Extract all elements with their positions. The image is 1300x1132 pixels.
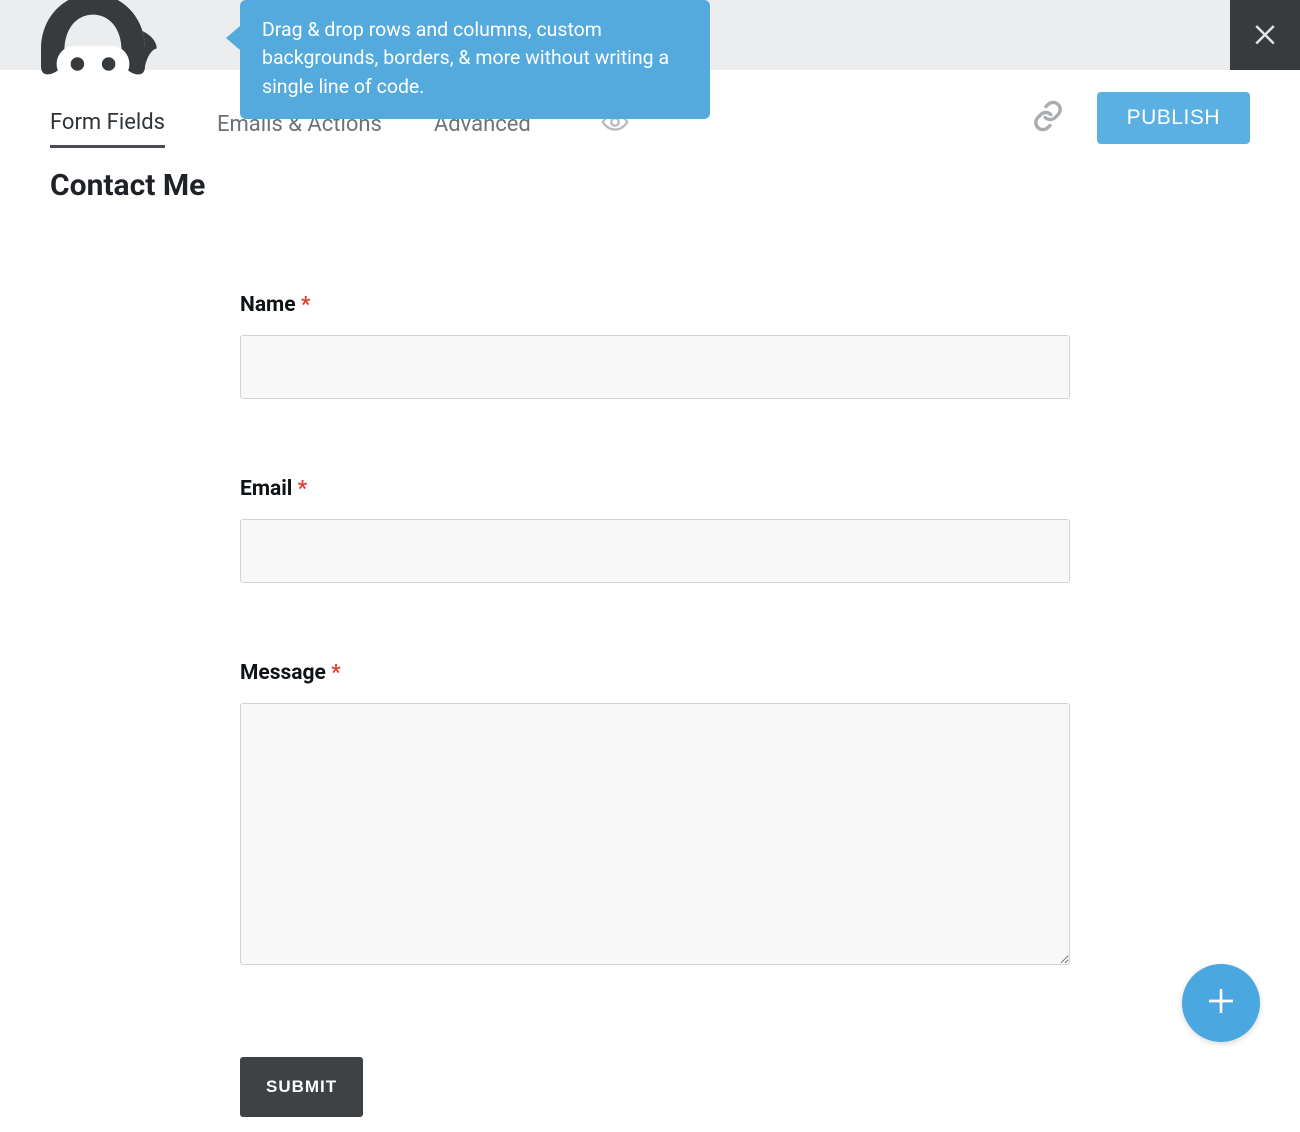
required-marker: *: [331, 661, 341, 685]
hint-tooltip-text: Drag & drop rows and columns, custom bac…: [262, 18, 669, 98]
field-label-message: Message *: [240, 661, 1070, 685]
field-block-email: Email *: [240, 477, 1070, 583]
permalink-button[interactable]: [1031, 99, 1065, 137]
close-icon: [1250, 18, 1280, 52]
link-icon: [1031, 118, 1065, 137]
hint-tooltip: Drag & drop rows and columns, custom bac…: [240, 0, 710, 119]
add-field-fab[interactable]: [1182, 964, 1260, 1042]
field-label-name: Name *: [240, 293, 1070, 317]
submit-button-label: SUBMIT: [266, 1077, 337, 1096]
email-input[interactable]: [240, 519, 1070, 583]
submit-button[interactable]: SUBMIT: [240, 1057, 363, 1117]
field-block-name: Name *: [240, 293, 1070, 399]
required-marker: *: [301, 293, 311, 317]
tabrow-right: PUBLISH: [1031, 92, 1250, 144]
label-text: Message: [240, 661, 326, 685]
field-block-message: Message *: [240, 661, 1070, 969]
plus-icon: [1205, 985, 1237, 1021]
required-marker: *: [298, 477, 308, 501]
publish-button[interactable]: PUBLISH: [1097, 92, 1250, 144]
eye-icon: [601, 121, 629, 140]
close-button[interactable]: [1230, 0, 1300, 70]
label-text: Email: [240, 477, 292, 501]
form-title: Contact Me: [0, 160, 1300, 203]
tab-form-fields[interactable]: Form Fields: [50, 82, 165, 148]
tab-label: Form Fields: [50, 110, 165, 135]
field-label-email: Email *: [240, 477, 1070, 501]
form-area: Name * Email * Message * SUBMIT: [240, 203, 1070, 1117]
publish-button-label: PUBLISH: [1127, 106, 1220, 129]
message-input[interactable]: [240, 703, 1070, 965]
name-input[interactable]: [240, 335, 1070, 399]
label-text: Name: [240, 293, 296, 317]
